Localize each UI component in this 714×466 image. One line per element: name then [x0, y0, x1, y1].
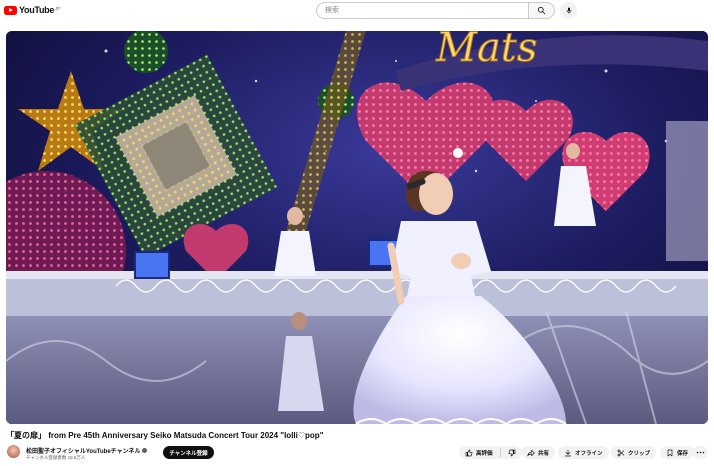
search-input[interactable]: [325, 3, 528, 18]
microphone-icon: [566, 7, 571, 14]
offline-label: オフライン: [575, 450, 603, 457]
video-title: 「夏の扉」 from Pre 45th Anniversary Seiko Ma…: [6, 431, 324, 440]
video-frame: Mats: [6, 31, 708, 424]
thumbs-up-icon[interactable]: [465, 449, 473, 457]
save-button[interactable]: 保存: [660, 446, 695, 459]
masthead: YouTube JP: [0, 0, 714, 22]
scissors-icon: [617, 449, 625, 456]
subscriber-count: チャンネル登録者数 18.6万人: [26, 455, 86, 460]
subscribe-button[interactable]: チャンネル登録: [163, 446, 214, 459]
youtube-play-icon: [4, 5, 17, 15]
logo-text: YouTube: [19, 5, 55, 15]
share-label: 共有: [538, 450, 550, 457]
save-label: 保存: [677, 450, 689, 457]
search-button[interactable]: [528, 2, 555, 19]
channel-name[interactable]: 松田聖子オフィシャルYouTubeチャンネル: [26, 446, 140, 455]
search-field[interactable]: [316, 2, 528, 19]
clip-label: クリップ: [628, 450, 651, 457]
offline-download-button[interactable]: オフライン: [558, 446, 609, 459]
channel-name-row[interactable]: 松田聖子オフィシャルYouTubeチャンネル: [26, 446, 148, 455]
more-horizontal-icon: [696, 451, 705, 454]
stage-sign-text: Mats: [435, 31, 537, 71]
pill-divider: [499, 448, 501, 457]
search-icon: [537, 6, 546, 15]
channel-avatar[interactable]: [7, 445, 20, 458]
like-button[interactable]: 高評価: [476, 449, 493, 457]
share-button[interactable]: 共有: [521, 446, 556, 459]
logo-country: JP: [55, 5, 61, 11]
clip-button[interactable]: クリップ: [611, 446, 657, 459]
more-actions-button[interactable]: [693, 446, 708, 459]
thumbs-down-icon[interactable]: [508, 449, 516, 457]
verified-badge-icon: [142, 448, 148, 453]
like-dislike-group: 高評価: [459, 446, 522, 459]
youtube-logo[interactable]: YouTube JP: [4, 5, 60, 15]
save-to-playlist-icon: [667, 449, 673, 456]
share-icon: [527, 449, 535, 456]
voice-search-button[interactable]: [560, 2, 577, 19]
download-icon: [565, 449, 571, 456]
video-player[interactable]: Mats: [6, 31, 708, 424]
